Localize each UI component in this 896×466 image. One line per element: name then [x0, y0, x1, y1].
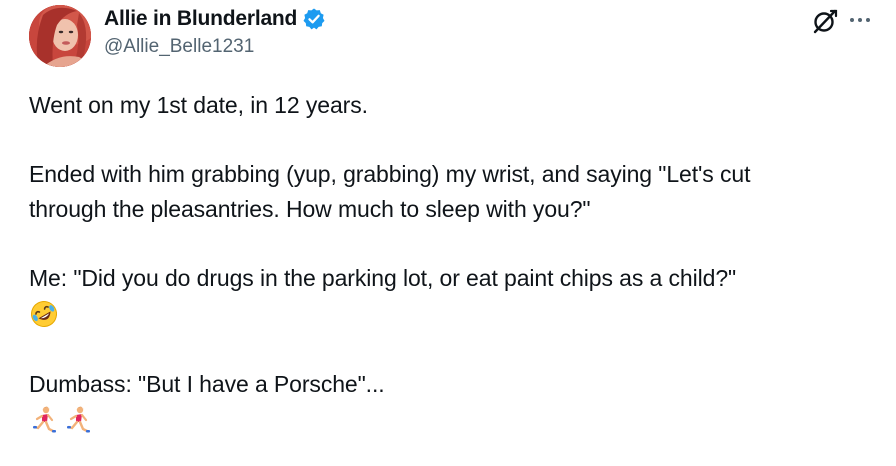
avatar[interactable] — [29, 5, 91, 67]
verified-badge-icon[interactable] — [302, 7, 326, 31]
name-row: Allie in Blunderland — [104, 6, 326, 32]
grok-icon[interactable] — [811, 7, 839, 35]
rolling-on-floor-laughing-emoji — [29, 299, 59, 329]
tweet-line: through the pleasantries. How much to sl… — [29, 195, 591, 222]
tweet-text: Went on my 1st date, in 12 years. Ended … — [29, 88, 879, 438]
handle[interactable]: @Allie_Belle1231 — [104, 36, 326, 58]
tweet-line: Went on my 1st date, in 12 years. — [29, 92, 368, 118]
more-options-icon[interactable] — [847, 7, 873, 33]
emoji-row — [29, 295, 879, 332]
tweet-header: Allie in Blunderland @Allie_Belle1231 — [104, 6, 326, 58]
emoji-row — [29, 401, 879, 438]
tweet-card: Allie in Blunderland @Allie_Belle1231 We… — [0, 0, 896, 466]
tweet-line: Dumbass: "But I have a Porsche"... — [29, 370, 385, 397]
woman-running-emoji — [63, 405, 93, 435]
tweet-line: Me: "Did you do drugs in the parking lot… — [29, 264, 737, 291]
woman-running-emoji — [29, 405, 59, 435]
display-name[interactable]: Allie in Blunderland — [104, 7, 297, 31]
tweet-line: Ended with him grabbing (yup, grabbing) … — [29, 161, 751, 187]
